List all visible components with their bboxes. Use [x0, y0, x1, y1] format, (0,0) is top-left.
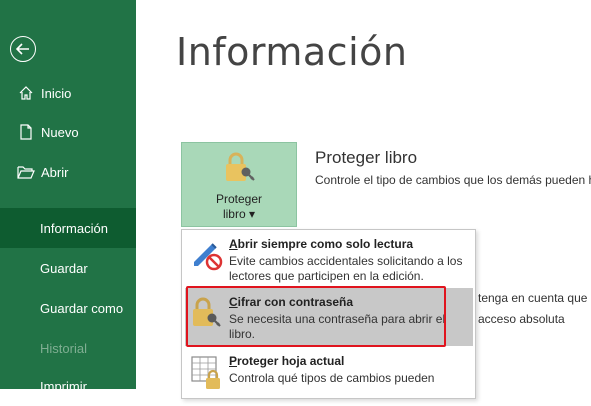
sidebar-item-label: Abrir	[41, 164, 69, 180]
sidebar-item-label: Nuevo	[41, 124, 79, 140]
section-description: Controle el tipo de cambios que los demá…	[315, 173, 591, 187]
open-folder-icon	[17, 163, 35, 181]
menu-item-protect-sheet[interactable]: Proteger hoja actual Controla qué tipos …	[182, 348, 475, 400]
protect-workbook-label: Proteger libro ▾	[216, 192, 262, 222]
highlight-frame	[186, 286, 446, 347]
menu-title-text: roteger hoja actual	[237, 354, 345, 368]
sidebar-item-label: Inicio	[41, 85, 72, 101]
menu-item-read-only[interactable]: Abrir siempre como solo lectura Evite ca…	[182, 230, 475, 287]
protect-workbook-button[interactable]: Proteger libro ▾	[181, 142, 297, 227]
mnemonic-letter: A	[229, 237, 238, 251]
menu-item-title: Abrir siempre como solo lectura	[229, 237, 413, 251]
sheet-lock-icon	[188, 354, 224, 390]
protect-label-line1: Proteger	[215, 192, 263, 206]
sidebar-item-abrir[interactable]: Abrir	[0, 152, 136, 192]
sidebar-item-nuevo[interactable]: Nuevo	[0, 112, 136, 152]
menu-item-description: Controla qué tipos de cambios pueden	[229, 371, 435, 385]
menu-title-text: brir siempre como solo lectura	[237, 237, 414, 251]
lock-key-icon	[222, 152, 256, 189]
section-heading: Proteger libro	[315, 148, 418, 167]
sidebar-item-guardar-como[interactable]: Guardar como	[0, 288, 136, 328]
sidebar-item-label: Imprimir	[40, 378, 87, 394]
menu-item-description: Evite cambios accidentales solicitando a…	[229, 254, 463, 283]
sidebar-item-label: Guardar	[40, 260, 88, 276]
sidebar-item-informacion[interactable]: Información	[0, 208, 136, 248]
home-icon	[17, 84, 35, 102]
mnemonic-letter: P	[229, 354, 238, 368]
menu-item-title: Proteger hoja actual	[229, 354, 344, 368]
sidebar-item-label: Historial	[40, 340, 87, 356]
sidebar-item-historial: Historial	[0, 328, 136, 368]
background-text: tenga en cuenta que e	[478, 291, 591, 305]
pencil-no-edit-icon	[188, 236, 224, 272]
background-text: acceso absoluta	[478, 312, 565, 326]
new-document-icon	[17, 123, 35, 141]
sidebar-item-guardar[interactable]: Guardar	[0, 248, 136, 288]
protect-label-line2: libro ▾	[222, 207, 256, 221]
backstage-sidebar: Inicio Nuevo Abrir Información Guardar G…	[0, 0, 136, 394]
sidebar-item-label: Guardar como	[40, 300, 124, 316]
sidebar-item-inicio[interactable]: Inicio	[0, 73, 136, 113]
sidebar-item-imprimir[interactable]: Imprimir	[0, 366, 136, 406]
back-arrow-icon[interactable]	[10, 36, 36, 62]
sidebar-item-label: Información	[40, 220, 108, 236]
page-title: Información	[176, 30, 408, 74]
